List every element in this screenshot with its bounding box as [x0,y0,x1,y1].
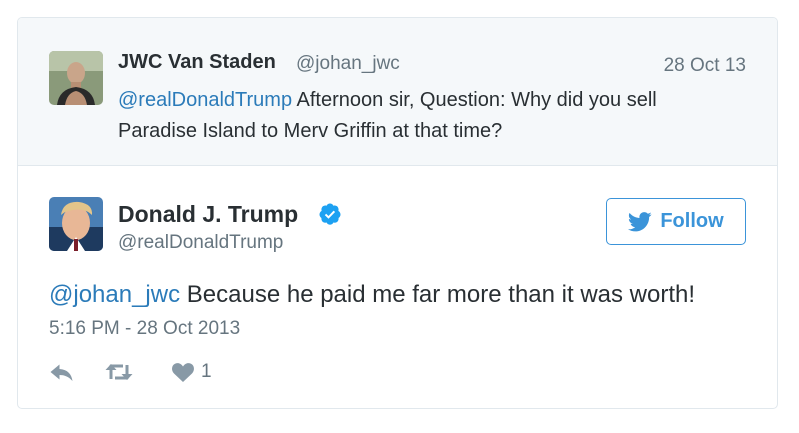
retweet-button[interactable] [104,361,134,383]
parent-tweet-text: @realDonaldTrump Afternoon sir, Question… [118,85,718,147]
main-mention-link[interactable]: @johan_jwc [49,281,180,308]
parent-author-handle[interactable]: @johan_jwc [296,53,400,75]
parent-avatar[interactable] [49,51,103,105]
main-author-name[interactable]: Donald J. Trump [118,201,298,228]
follow-button-label: Follow [660,210,724,232]
main-tweet-body: Because he paid me far more than it was … [180,281,696,308]
reply-icon [50,364,73,381]
like-button[interactable]: 1 [171,361,212,383]
parent-author-name[interactable]: JWC Van Staden [118,51,276,74]
twitter-bird-icon [628,211,652,231]
like-count: 1 [201,361,212,382]
main-avatar[interactable] [49,197,103,251]
verified-badge-icon [319,203,341,225]
parent-tweet[interactable]: JWC Van Staden @johan_jwc 28 Oct 13 @rea… [18,18,777,166]
main-tweet-text: @johan_jwc Because he paid me far more t… [49,280,759,310]
parent-mention-link[interactable]: @realDonaldTrump [118,89,292,111]
reply-button[interactable] [49,361,75,383]
follow-button[interactable]: Follow [606,198,746,245]
tweet-timestamp[interactable]: 5:16 PM - 28 Oct 2013 [49,318,240,340]
retweet-icon [105,364,133,380]
main-author-handle[interactable]: @realDonaldTrump [118,232,283,254]
parent-tweet-date[interactable]: 28 Oct 13 [664,55,746,77]
heart-icon [172,363,194,382]
tweet-embed-card: JWC Van Staden @johan_jwc 28 Oct 13 @rea… [17,17,778,409]
